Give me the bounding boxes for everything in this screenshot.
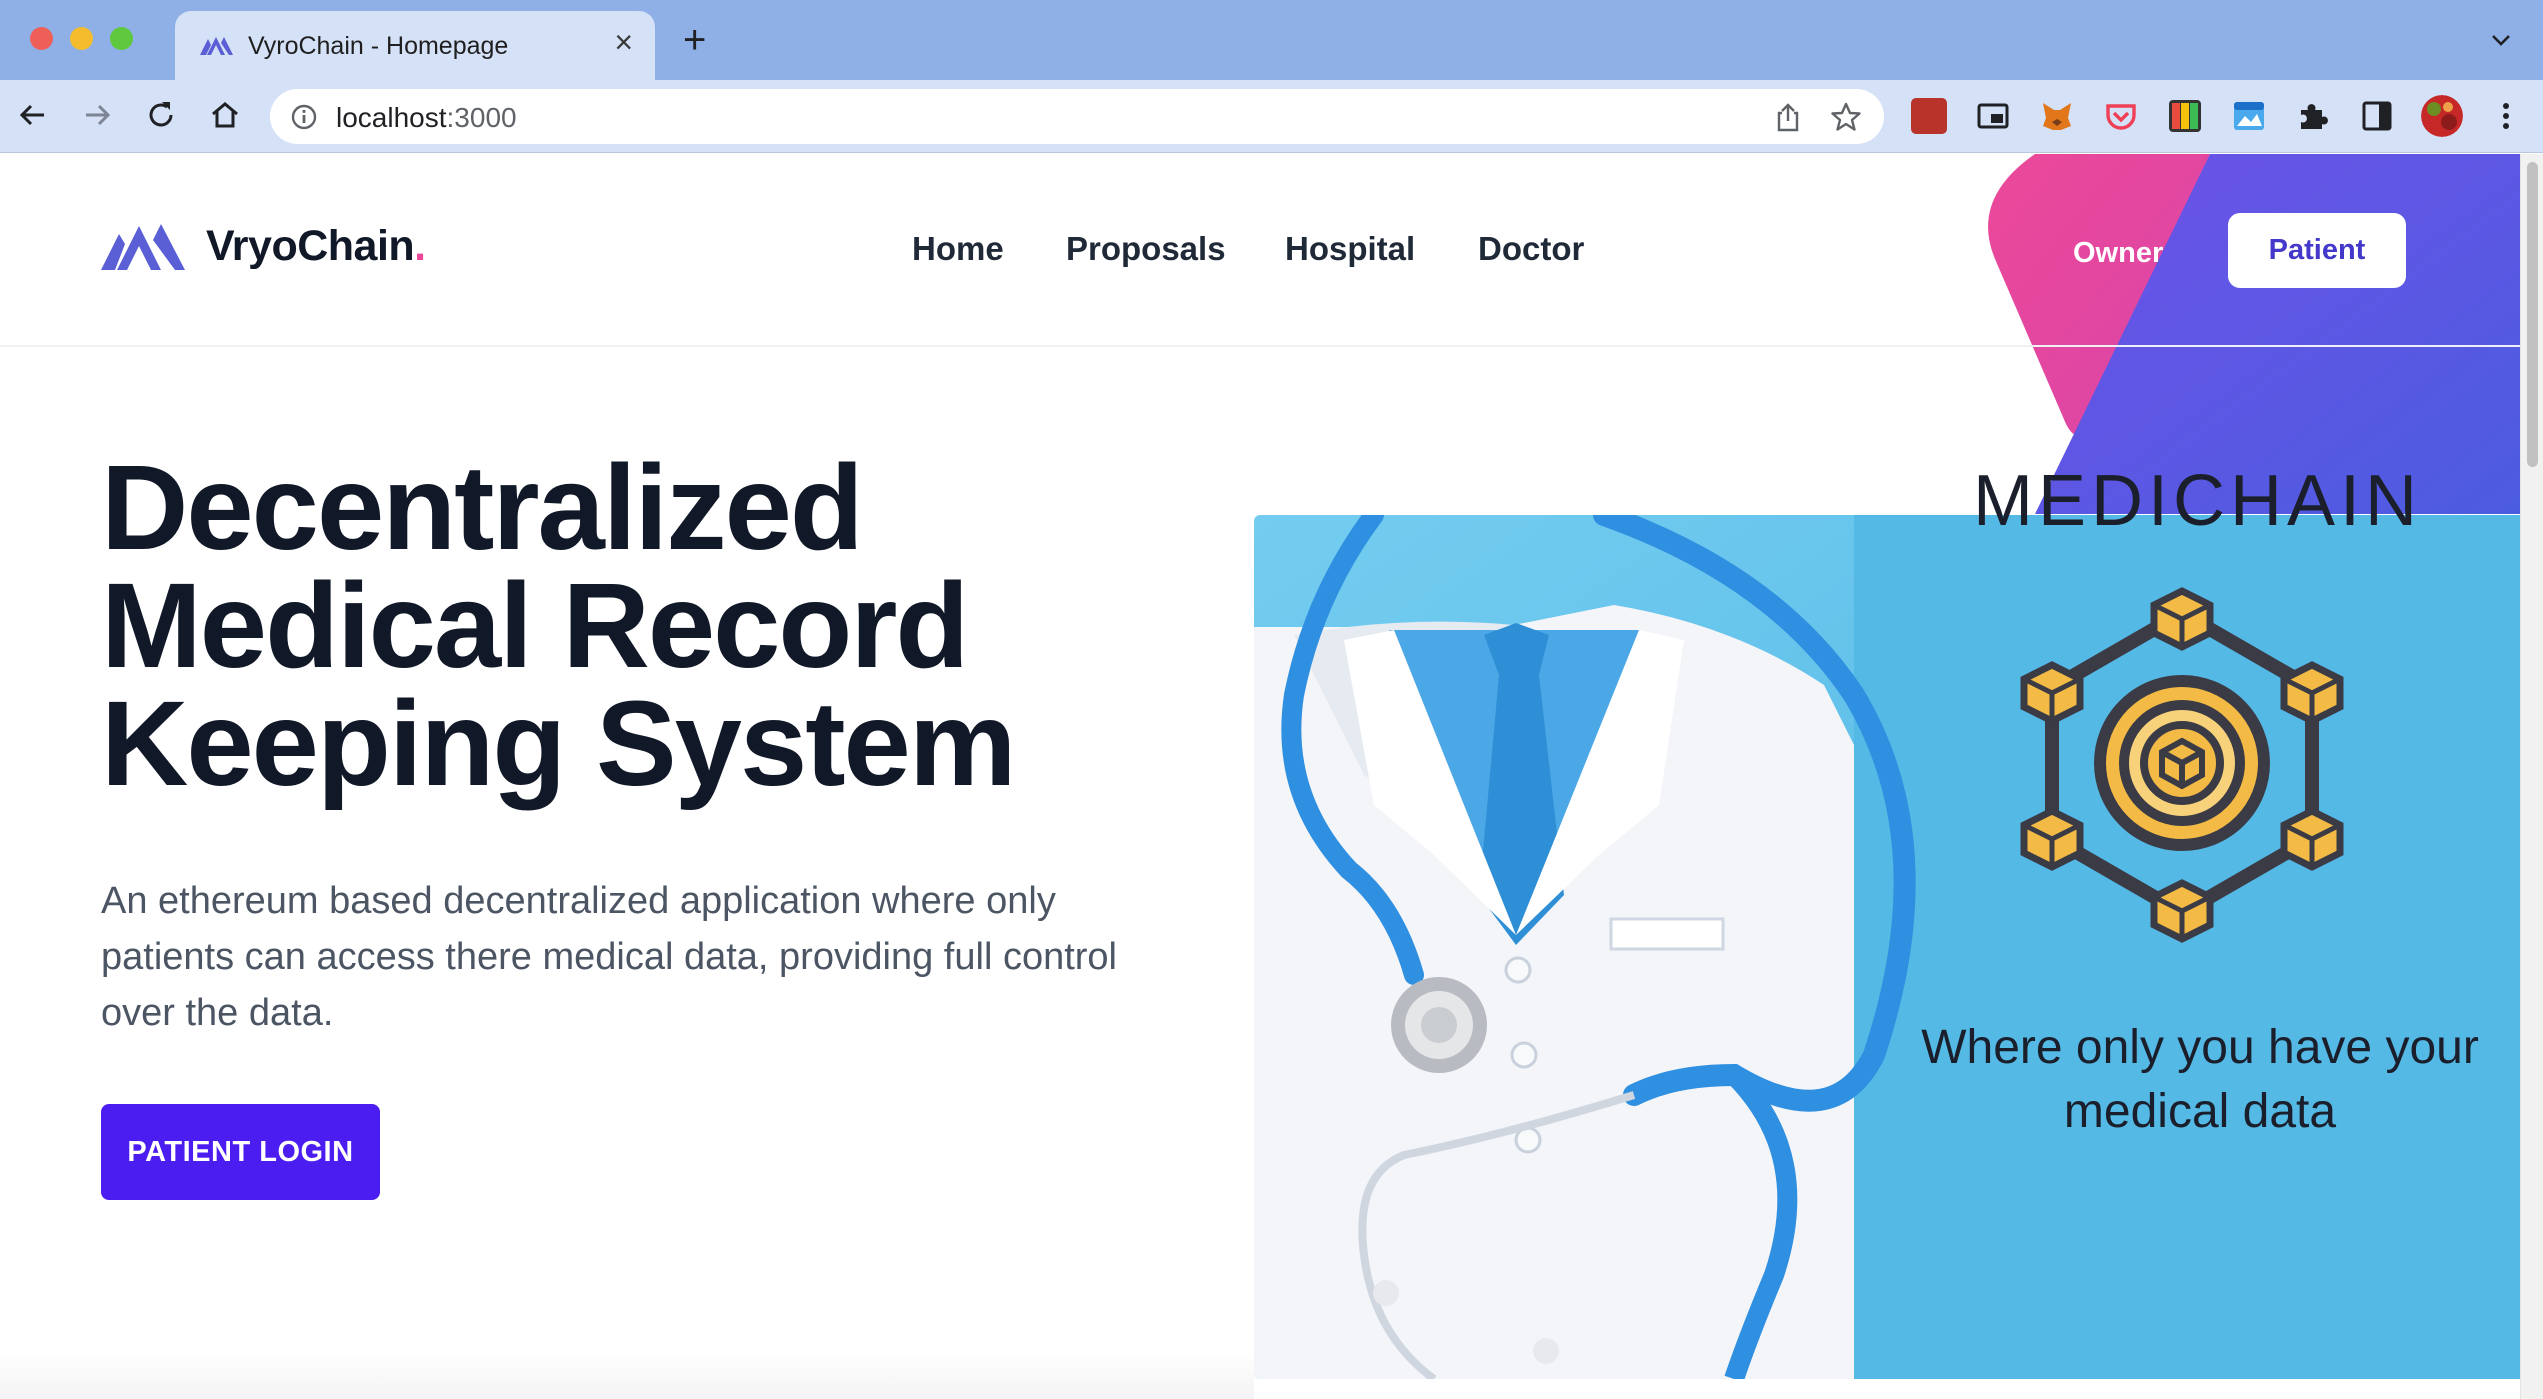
chevron-down-icon[interactable] [2487, 26, 2515, 54]
site-header: VryoChain. Home Proposals Hospital Docto… [0, 154, 2520, 347]
window-extension-icon[interactable] [2231, 98, 2267, 134]
medichain-title: MEDICHAIN [1973, 461, 2423, 541]
logo-dot: . [414, 222, 426, 270]
nav-hospital-link[interactable]: Hospital [1285, 230, 1415, 268]
picture-in-picture-icon[interactable] [1975, 98, 2011, 134]
color-extension-icon[interactable] [2167, 98, 2203, 134]
logo-name: VryoChain [206, 222, 415, 270]
browser-tab-active[interactable]: VyroChain - Homepage × [175, 11, 655, 80]
profile-avatar[interactable] [2421, 95, 2463, 137]
page-viewport: VryoChain. Home Proposals Hospital Docto… [0, 154, 2520, 1399]
nav-proposals-link[interactable]: Proposals [1066, 230, 1226, 268]
blockchain-network-icon [2020, 587, 2344, 943]
minimize-window-button[interactable] [70, 27, 93, 50]
bookmark-star-icon[interactable] [1830, 101, 1862, 133]
maximize-window-button[interactable] [110, 27, 133, 50]
hero-title-line1: Decentralized [101, 439, 864, 575]
nav-doctor-link[interactable]: Doctor [1478, 230, 1584, 268]
page-scrollbar[interactable] [2520, 154, 2543, 1399]
address-bar[interactable]: localhost:3000 [270, 89, 1884, 144]
caption-line1: Where only you have your [1921, 1021, 2479, 1074]
browser-toolbar: localhost:3000 [0, 80, 2543, 153]
site-info-icon[interactable] [290, 103, 318, 131]
bottom-fade [0, 1349, 1254, 1399]
caption-line2: medical data [2063, 1085, 2337, 1138]
hero-title-line2: Medical Record [101, 557, 969, 693]
tab-close-icon[interactable]: × [614, 26, 633, 58]
url-host: localhost [336, 102, 447, 133]
close-window-button[interactable] [30, 27, 53, 50]
vryochain-logo-icon[interactable] [101, 222, 185, 272]
url-port: :3000 [446, 102, 517, 133]
scrollbar-thumb[interactable] [2527, 162, 2538, 467]
pocket-icon[interactable] [2103, 98, 2139, 134]
medichain-caption: Where only you have your medical data [1870, 1016, 2520, 1144]
browser-menu-icon[interactable] [2491, 98, 2521, 134]
puzzle-extensions-icon[interactable] [2295, 98, 2331, 134]
hero-title-line3: Keeping System [101, 675, 1016, 811]
hero-description: An ethereum based decentralized applicat… [101, 880, 1117, 1034]
hero-title: Decentralized Medical Record Keeping Sys… [101, 439, 1251, 811]
patient-button[interactable]: Patient [2228, 213, 2406, 288]
forward-arrow-icon[interactable] [78, 96, 116, 134]
extension-red-icon[interactable] [1911, 98, 1947, 134]
url-text[interactable]: localhost:3000 [336, 102, 517, 134]
share-icon[interactable] [1774, 102, 1802, 132]
patient-login-button[interactable]: PATIENT LOGIN [101, 1104, 380, 1200]
metamask-fox-icon[interactable] [2039, 98, 2075, 134]
side-panel-icon[interactable] [2359, 98, 2395, 134]
site-logo-text[interactable]: VryoChain. [206, 222, 426, 271]
back-arrow-icon[interactable] [14, 96, 52, 134]
vryochain-favicon-icon [200, 37, 233, 55]
reload-icon[interactable] [142, 96, 180, 134]
browser-tab-bar: VyroChain - Homepage × + [0, 0, 2543, 80]
nav-home-link[interactable]: Home [912, 230, 1004, 268]
home-icon[interactable] [206, 96, 244, 134]
owner-login-link[interactable]: Owner [2073, 237, 2163, 270]
new-tab-button[interactable]: + [683, 20, 706, 60]
tab-title: VyroChain - Homepage [248, 32, 509, 60]
